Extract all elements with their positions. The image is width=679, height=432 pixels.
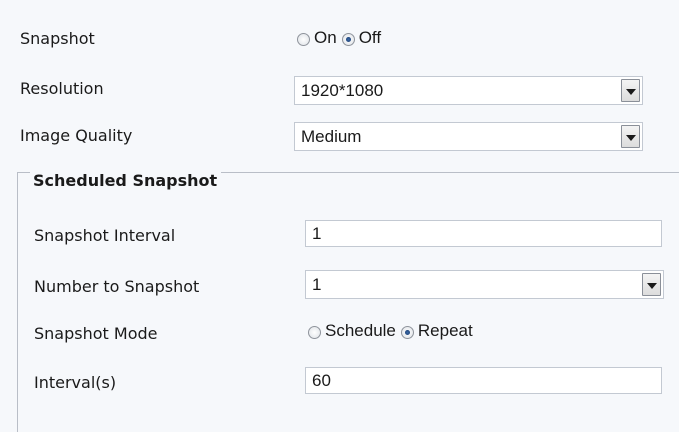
snapshot-on-radio[interactable]	[297, 32, 310, 46]
chevron-down-icon[interactable]	[642, 273, 661, 296]
repeat-label[interactable]: Repeat	[418, 321, 473, 341]
snapshot-on-label[interactable]: On	[314, 28, 337, 48]
snapshot-label: Snapshot	[20, 29, 95, 48]
interval-seconds-label: Interval(s)	[34, 373, 117, 392]
snapshot-interval-value: 1	[312, 223, 322, 243]
number-to-snapshot-value: 1	[312, 274, 322, 294]
snapshot-radio-group: On Off	[297, 28, 381, 48]
snapshot-interval-input[interactable]: 1	[305, 220, 662, 247]
snapshot-mode-radio-group: Schedule Repeat	[308, 321, 473, 341]
chevron-down-icon[interactable]	[621, 79, 640, 102]
number-to-snapshot-select[interactable]: 1	[305, 270, 664, 299]
image-quality-select[interactable]: Medium	[294, 122, 643, 151]
resolution-select[interactable]: 1920*1080	[294, 76, 643, 105]
image-quality-value: Medium	[301, 126, 362, 146]
snapshot-off-radio[interactable]	[341, 32, 355, 46]
interval-seconds-input[interactable]: 60	[305, 367, 662, 394]
scheduled-snapshot-title: Scheduled Snapshot	[30, 171, 222, 190]
number-to-snapshot-label: Number to Snapshot	[34, 277, 200, 296]
image-quality-label: Image Quality	[20, 126, 133, 145]
snapshot-interval-label: Snapshot Interval	[34, 226, 176, 245]
resolution-label: Resolution	[20, 79, 104, 98]
repeat-radio[interactable]	[400, 325, 414, 339]
resolution-value: 1920*1080	[301, 80, 384, 100]
schedule-radio[interactable]	[308, 325, 321, 339]
snapshot-off-label[interactable]: Off	[359, 28, 381, 48]
snapshot-mode-label: Snapshot Mode	[34, 324, 158, 343]
chevron-down-icon[interactable]	[621, 125, 640, 148]
interval-seconds-value: 60	[312, 370, 331, 390]
schedule-label[interactable]: Schedule	[325, 321, 396, 341]
